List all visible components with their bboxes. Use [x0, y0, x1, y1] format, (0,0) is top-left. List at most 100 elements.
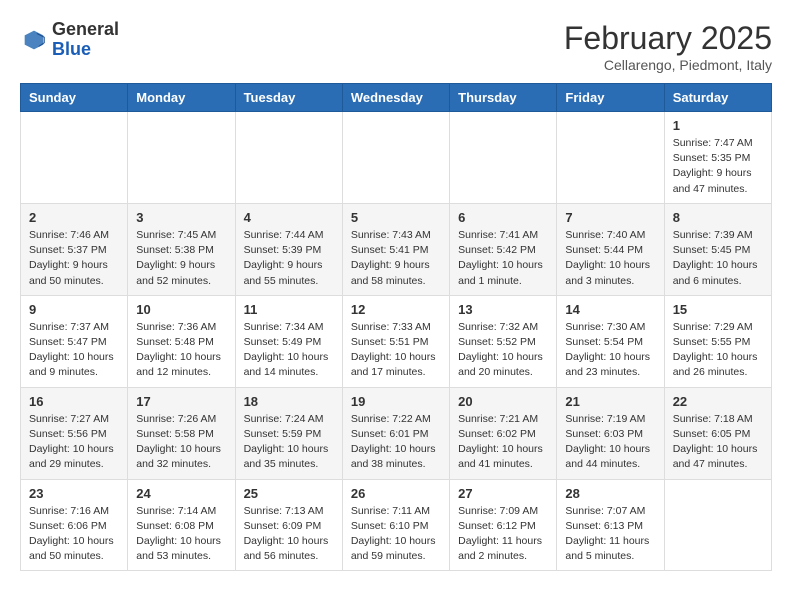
calendar-cell: 8Sunrise: 7:39 AMSunset: 5:45 PMDaylight…: [664, 203, 771, 295]
weekday-header-tuesday: Tuesday: [235, 84, 342, 112]
day-info: Sunrise: 7:14 AMSunset: 6:08 PMDaylight:…: [136, 504, 226, 565]
day-info: Sunrise: 7:13 AMSunset: 6:09 PMDaylight:…: [244, 504, 334, 565]
calendar-cell: [664, 479, 771, 571]
day-info: Sunrise: 7:40 AMSunset: 5:44 PMDaylight:…: [565, 228, 655, 289]
day-number: 28: [565, 486, 655, 501]
calendar-cell: 25 Sunrise: 7:13 AMSunset: 6:09 PMDayligh…: [235, 479, 342, 571]
day-number: 9: [29, 302, 119, 317]
day-info: Sunrise: 7:19 AMSunset: 6:03 PMDaylight:…: [565, 412, 655, 473]
day-info: Sunrise: 7:09 AMSunset: 6:12 PMDaylight:…: [458, 504, 548, 565]
calendar-cell: 18 Sunrise: 7:24 AMSunset: 5:59 PMDayligh…: [235, 387, 342, 479]
day-info: Sunrise: 7:45 AMSunset: 5:38 PMDaylight:…: [136, 228, 226, 289]
day-number: 13: [458, 302, 548, 317]
day-number: 3: [136, 210, 226, 225]
day-info: Sunrise: 7:21 AMSunset: 6:02 PMDaylight:…: [458, 412, 548, 473]
calendar-cell: 15 Sunrise: 7:29 AMSunset: 5:55 PMDayligh…: [664, 295, 771, 387]
calendar-cell: 12Sunrise: 7:33 AMSunset: 5:51 PMDayligh…: [342, 295, 449, 387]
day-info: Sunrise: 7:18 AMSunset: 6:05 PMDaylight:…: [673, 412, 763, 473]
weekday-header-monday: Monday: [128, 84, 235, 112]
day-number: 22: [673, 394, 763, 409]
weekday-header-friday: Friday: [557, 84, 664, 112]
day-number: 20: [458, 394, 548, 409]
calendar-cell: [342, 112, 449, 204]
day-number: 2: [29, 210, 119, 225]
calendar-cell: [450, 112, 557, 204]
day-info: Sunrise: 7:32 AMSunset: 5:52 PMDaylight:…: [458, 320, 548, 381]
day-number: 21: [565, 394, 655, 409]
day-number: 23: [29, 486, 119, 501]
calendar-week-4: 23 Sunrise: 7:16 AMSunset: 6:06 PMDayligh…: [21, 479, 772, 571]
day-info: Sunrise: 7:26 AMSunset: 5:58 PMDaylight:…: [136, 412, 226, 473]
calendar-cell: 7 Sunrise: 7:40 AMSunset: 5:44 PMDaylight…: [557, 203, 664, 295]
calendar-cell: 16 Sunrise: 7:27 AMSunset: 5:56 PMDayligh…: [21, 387, 128, 479]
calendar-cell: 21 Sunrise: 7:19 AMSunset: 6:03 PMDayligh…: [557, 387, 664, 479]
day-number: 12: [351, 302, 441, 317]
day-number: 15: [673, 302, 763, 317]
weekday-header-saturday: Saturday: [664, 84, 771, 112]
day-number: 5: [351, 210, 441, 225]
calendar-cell: 17Sunrise: 7:26 AMSunset: 5:58 PMDayligh…: [128, 387, 235, 479]
calendar-week-2: 9 Sunrise: 7:37 AMSunset: 5:47 PMDaylight…: [21, 295, 772, 387]
weekday-header-sunday: Sunday: [21, 84, 128, 112]
calendar-cell: 24 Sunrise: 7:14 AMSunset: 6:08 PMDayligh…: [128, 479, 235, 571]
day-info: Sunrise: 7:43 AMSunset: 5:41 PMDaylight:…: [351, 228, 441, 289]
day-info: Sunrise: 7:37 AMSunset: 5:47 PMDaylight:…: [29, 320, 119, 381]
calendar-cell: 9 Sunrise: 7:37 AMSunset: 5:47 PMDaylight…: [21, 295, 128, 387]
calendar-cell: 1Sunrise: 7:47 AMSunset: 5:35 PMDaylight…: [664, 112, 771, 204]
day-info: Sunrise: 7:27 AMSunset: 5:56 PMDaylight:…: [29, 412, 119, 473]
calendar-header-row: SundayMondayTuesdayWednesdayThursdayFrid…: [21, 84, 772, 112]
calendar-cell: [557, 112, 664, 204]
calendar-week-3: 16 Sunrise: 7:27 AMSunset: 5:56 PMDayligh…: [21, 387, 772, 479]
day-info: Sunrise: 7:36 AMSunset: 5:48 PMDaylight:…: [136, 320, 226, 381]
day-info: Sunrise: 7:46 AMSunset: 5:37 PMDaylight:…: [29, 228, 119, 289]
location-subtitle: Cellarengo, Piedmont, Italy: [564, 57, 772, 73]
calendar-cell: 13 Sunrise: 7:32 AMSunset: 5:52 PMDayligh…: [450, 295, 557, 387]
day-number: 14: [565, 302, 655, 317]
calendar-table: SundayMondayTuesdayWednesdayThursdayFrid…: [20, 83, 772, 571]
page-header: General Blue February 2025 Cellarengo, P…: [20, 20, 772, 73]
day-info: Sunrise: 7:07 AMSunset: 6:13 PMDaylight:…: [565, 504, 655, 565]
day-number: 1: [673, 118, 763, 133]
day-number: 18: [244, 394, 334, 409]
day-number: 24: [136, 486, 226, 501]
day-number: 4: [244, 210, 334, 225]
day-number: 7: [565, 210, 655, 225]
day-number: 10: [136, 302, 226, 317]
day-number: 8: [673, 210, 763, 225]
day-number: 26: [351, 486, 441, 501]
day-info: Sunrise: 7:29 AMSunset: 5:55 PMDaylight:…: [673, 320, 763, 381]
logo: General Blue: [20, 20, 119, 60]
day-number: 16: [29, 394, 119, 409]
calendar-cell: [21, 112, 128, 204]
calendar-cell: 10 Sunrise: 7:36 AMSunset: 5:48 PMDayligh…: [128, 295, 235, 387]
day-number: 11: [244, 302, 334, 317]
day-number: 27: [458, 486, 548, 501]
calendar-week-1: 2 Sunrise: 7:46 AMSunset: 5:37 PMDaylight…: [21, 203, 772, 295]
day-number: 19: [351, 394, 441, 409]
calendar-cell: 22 Sunrise: 7:18 AMSunset: 6:05 PMDayligh…: [664, 387, 771, 479]
day-info: Sunrise: 7:22 AMSunset: 6:01 PMDaylight:…: [351, 412, 441, 473]
calendar-cell: 14 Sunrise: 7:30 AMSunset: 5:54 PMDayligh…: [557, 295, 664, 387]
calendar-cell: 2 Sunrise: 7:46 AMSunset: 5:37 PMDaylight…: [21, 203, 128, 295]
calendar-cell: 11 Sunrise: 7:34 AMSunset: 5:49 PMDayligh…: [235, 295, 342, 387]
day-info: Sunrise: 7:44 AMSunset: 5:39 PMDaylight:…: [244, 228, 334, 289]
calendar-cell: 4 Sunrise: 7:44 AMSunset: 5:39 PMDaylight…: [235, 203, 342, 295]
day-number: 6: [458, 210, 548, 225]
calendar-cell: 6Sunrise: 7:41 AMSunset: 5:42 PMDaylight…: [450, 203, 557, 295]
day-info: Sunrise: 7:24 AMSunset: 5:59 PMDaylight:…: [244, 412, 334, 473]
month-title: February 2025: [564, 20, 772, 57]
day-info: Sunrise: 7:16 AMSunset: 6:06 PMDaylight:…: [29, 504, 119, 565]
day-info: Sunrise: 7:30 AMSunset: 5:54 PMDaylight:…: [565, 320, 655, 381]
day-number: 25: [244, 486, 334, 501]
calendar-cell: 3 Sunrise: 7:45 AMSunset: 5:38 PMDaylight…: [128, 203, 235, 295]
calendar-cell: 28 Sunrise: 7:07 AMSunset: 6:13 PMDayligh…: [557, 479, 664, 571]
weekday-header-wednesday: Wednesday: [342, 84, 449, 112]
calendar-cell: 23 Sunrise: 7:16 AMSunset: 6:06 PMDayligh…: [21, 479, 128, 571]
calendar-cell: 5 Sunrise: 7:43 AMSunset: 5:41 PMDaylight…: [342, 203, 449, 295]
calendar-cell: 26 Sunrise: 7:11 AMSunset: 6:10 PMDayligh…: [342, 479, 449, 571]
day-info: Sunrise: 7:11 AMSunset: 6:10 PMDaylight:…: [351, 504, 441, 565]
calendar-week-0: 1Sunrise: 7:47 AMSunset: 5:35 PMDaylight…: [21, 112, 772, 204]
day-info: Sunrise: 7:34 AMSunset: 5:49 PMDaylight:…: [244, 320, 334, 381]
title-block: February 2025 Cellarengo, Piedmont, Ital…: [564, 20, 772, 73]
calendar-cell: [235, 112, 342, 204]
